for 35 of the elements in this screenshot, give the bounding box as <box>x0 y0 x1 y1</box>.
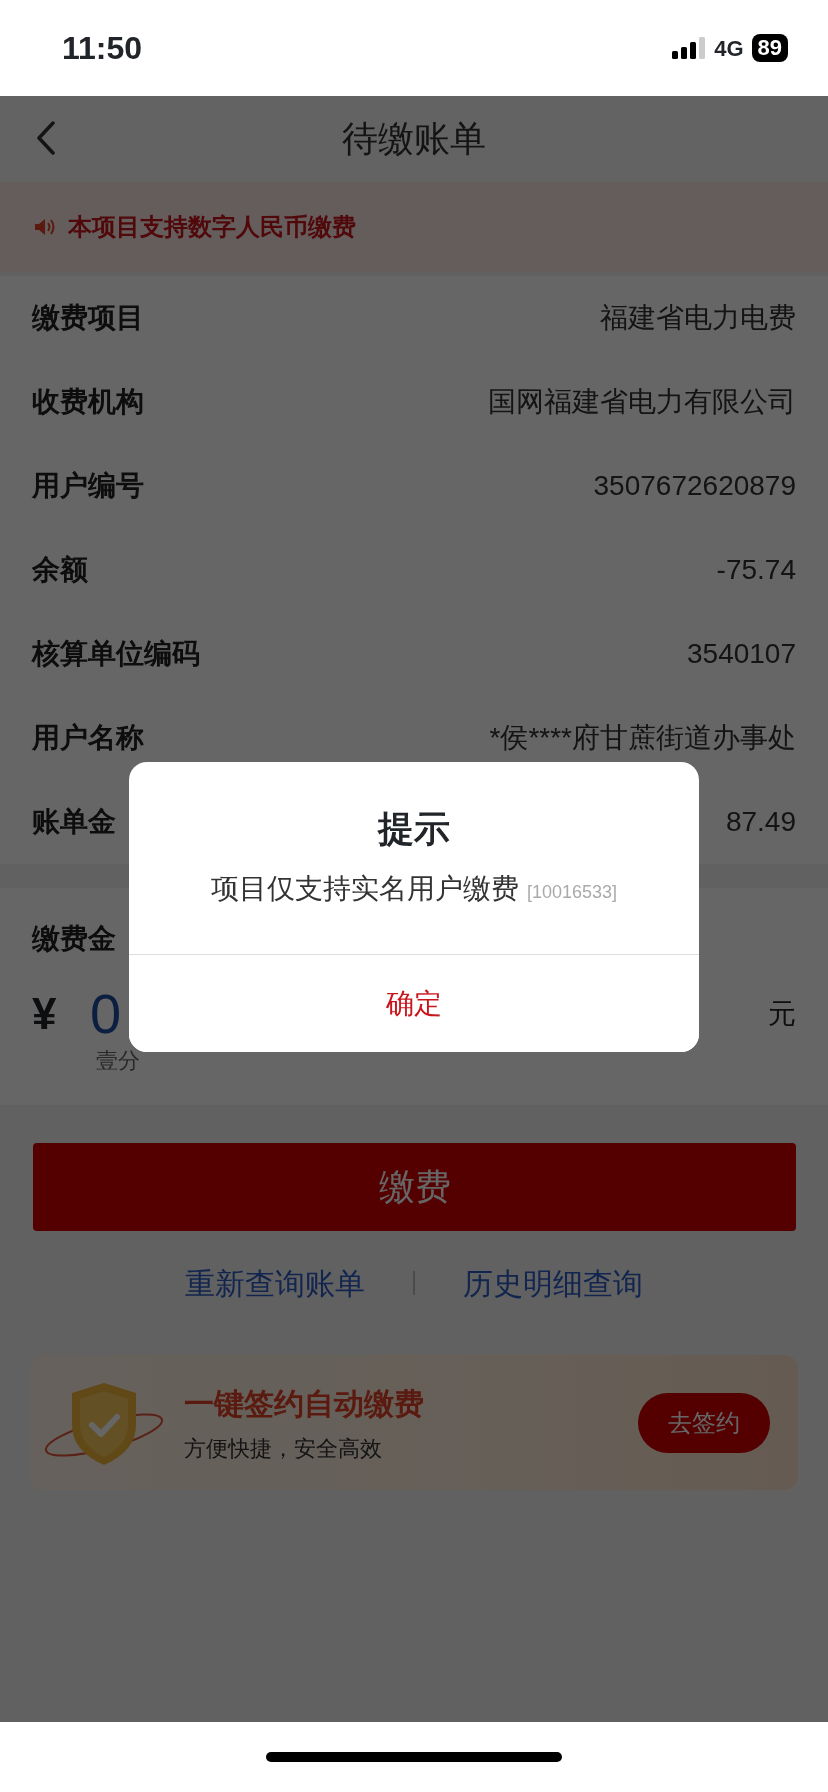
battery-level: 89 <box>751 34 788 62</box>
notice-text: 本项目支持数字人民币缴费 <box>68 212 356 242</box>
row-label: 收费机构 <box>32 385 144 419</box>
currency-symbol: ¥ <box>32 988 58 1040</box>
row-label: 用户编号 <box>32 469 144 503</box>
page-title: 待缴账单 <box>342 117 486 161</box>
dialog-message: 项目仅支持实名用户缴费 <box>210 872 519 906</box>
row-label: 用户名称 <box>32 721 144 755</box>
row-value: 3507672620879 <box>593 469 796 503</box>
link[interactable]: 重新查询账单 <box>185 1260 365 1306</box>
amount-input[interactable]: 0 <box>90 986 122 1042</box>
network-label: 4G <box>714 34 744 63</box>
pay-button[interactable]: 缴费 <box>33 1143 796 1231</box>
back-icon[interactable] <box>36 121 56 155</box>
row-value: 国网福建省电力有限公司 <box>488 385 796 419</box>
sign-up-button[interactable]: 去签约 <box>638 1392 770 1453</box>
field-label: 缴费金 <box>32 922 117 956</box>
row-value: -75.74 <box>716 553 796 587</box>
row-label: 核算单位编码 <box>32 637 200 671</box>
signal-icon <box>672 37 707 59</box>
confirm-button[interactable]: 确定 <box>129 954 699 1052</box>
row-value: *侯****府甘蔗街道办事处 <box>489 721 796 755</box>
error-code: [10016533] <box>526 881 618 904</box>
row-value: 福建省电力电费 <box>600 301 796 335</box>
link[interactable]: 历史明细查询 <box>463 1260 643 1306</box>
row-value: 87.49 <box>725 805 796 839</box>
row-label: 缴费项目 <box>32 301 144 335</box>
banner-subtitle: 方便快捷，安全高效 <box>184 1434 383 1463</box>
banner-title: 一键签约自动缴费 <box>184 1385 424 1422</box>
row-label: 账单金 <box>32 805 116 839</box>
row-label: 余额 <box>32 553 88 587</box>
unit-label: 元 <box>768 997 796 1031</box>
dialog-title: 提示 <box>378 807 450 851</box>
status-time: 11:50 <box>62 29 143 68</box>
row-value: 3540107 <box>687 637 796 671</box>
